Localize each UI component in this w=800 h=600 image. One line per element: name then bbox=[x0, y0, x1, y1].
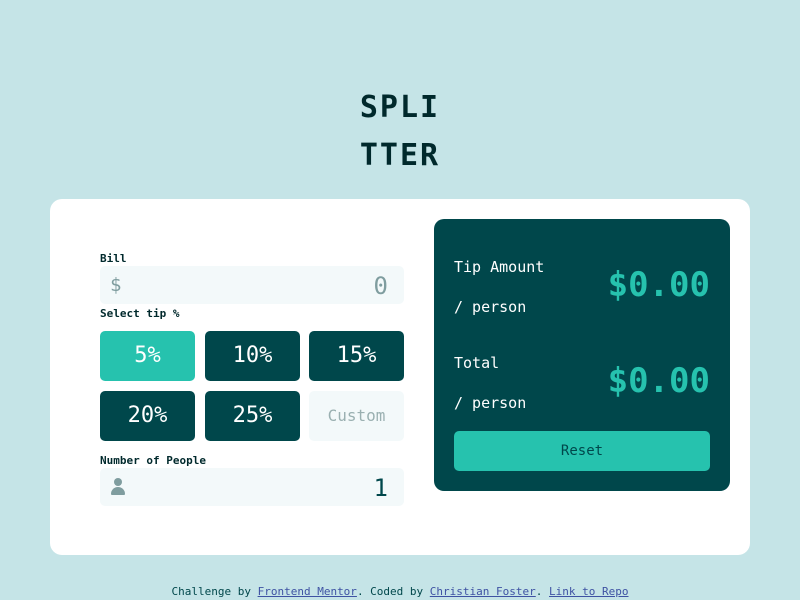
bill-input[interactable]: $ 0 bbox=[100, 266, 404, 304]
tip-amount-value: $0.00 bbox=[607, 265, 710, 305]
result-panel: Tip Amount / person $0.00 Total / person… bbox=[434, 219, 730, 491]
tip-button-15[interactable]: 15% bbox=[309, 331, 404, 381]
tip-amount-label: Tip Amount bbox=[454, 258, 545, 276]
people-label: Number of People bbox=[100, 454, 206, 467]
people-input[interactable]: 1 bbox=[100, 468, 404, 506]
frontend-mentor-link[interactable]: Frontend Mentor bbox=[258, 585, 357, 598]
tip-button-25[interactable]: 25% bbox=[205, 391, 300, 441]
total-per-person: / person bbox=[454, 394, 527, 412]
logo-line-2: TTER bbox=[359, 138, 441, 173]
tip-button-5[interactable]: 5% bbox=[100, 331, 195, 381]
dollar-icon: $ bbox=[110, 274, 122, 296]
attribution-middle: . Coded by bbox=[356, 585, 430, 598]
total-value: $0.00 bbox=[607, 361, 710, 401]
app-logo: SPLI TTER bbox=[0, 84, 800, 180]
tip-amount-per-person: / person bbox=[454, 298, 527, 316]
bill-label: Bill bbox=[100, 252, 127, 265]
author-link[interactable]: Christian Foster bbox=[430, 585, 536, 598]
calculator-card: Bill $ 0 Select tip % 5% 10% 15% 20% 25%… bbox=[50, 199, 750, 555]
attribution: Challenge by Frontend Mentor. Coded by C… bbox=[0, 585, 800, 598]
repo-link[interactable]: Link to Repo bbox=[549, 585, 628, 598]
person-icon bbox=[110, 478, 126, 496]
tip-label: Select tip % bbox=[100, 307, 180, 320]
custom-tip-input[interactable]: Custom bbox=[309, 391, 404, 441]
attribution-sep: . bbox=[535, 585, 550, 598]
tip-button-20[interactable]: 20% bbox=[100, 391, 195, 441]
people-value: 1 bbox=[373, 474, 388, 502]
total-label: Total bbox=[454, 354, 500, 372]
logo-line-1: SPLI bbox=[359, 90, 441, 125]
bill-value: 0 bbox=[373, 272, 388, 300]
attribution-prefix: Challenge by bbox=[171, 585, 258, 598]
tip-button-10[interactable]: 10% bbox=[205, 331, 300, 381]
reset-button[interactable]: Reset bbox=[454, 431, 710, 471]
